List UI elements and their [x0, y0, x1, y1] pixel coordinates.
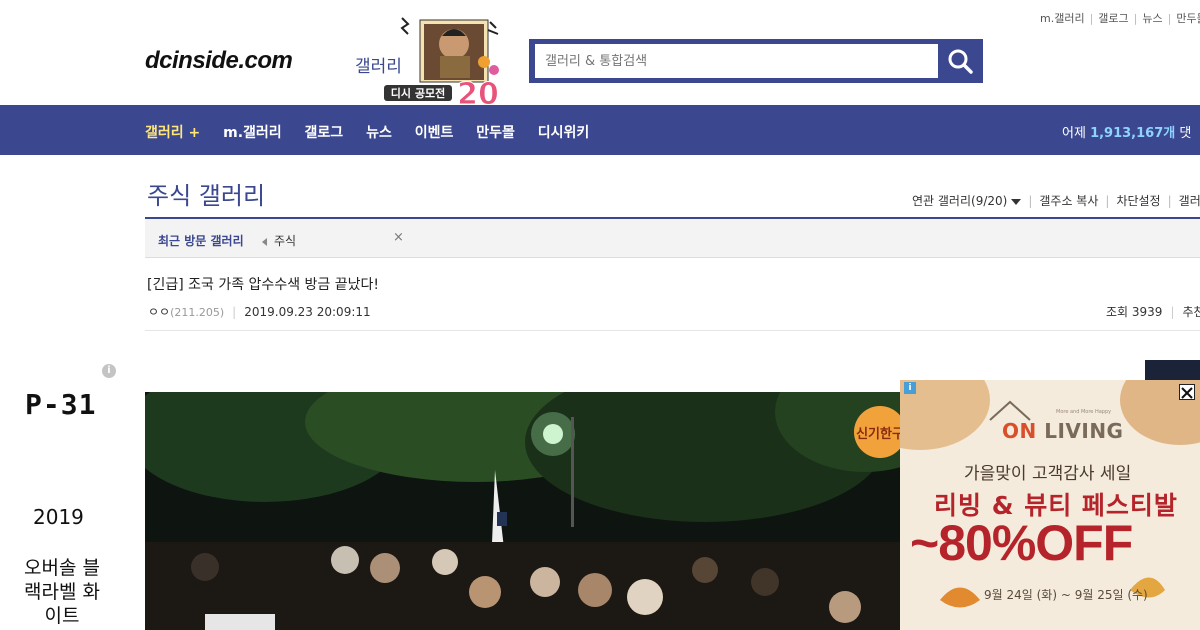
right-ad-banner[interactable]: i More and More Happy ON LIVING 가을맞이 고객감…	[900, 380, 1200, 630]
ad-brand: ON LIVING	[1002, 419, 1123, 443]
arrow-left-icon	[262, 237, 267, 246]
post-datetime: 2019.09.23 20:09:11	[244, 305, 371, 319]
ad-info-icon[interactable]: i	[102, 364, 116, 378]
contest-banner[interactable]: 디시 공모전 20	[380, 14, 505, 106]
post-stats: 조회 3939 | 추천	[1106, 303, 1200, 320]
caret-down-icon	[1011, 198, 1022, 205]
contest-number: 20	[457, 77, 499, 106]
site-logo[interactable]: dcinside.com	[145, 47, 293, 75]
gallery-title[interactable]: 주식 갤러리	[147, 176, 265, 211]
search-button[interactable]	[940, 44, 980, 78]
post-divider	[145, 330, 1200, 331]
search-box	[529, 39, 983, 83]
post-author-ip: (211.205)	[170, 306, 225, 319]
recent-visits-bar: 최근 방문 갤러리 주식 ×	[145, 219, 1200, 258]
gallery-menu: 연관 갤러리(9/20) | 갤주소 복사 | 차단설정 | 갤러	[912, 194, 1200, 208]
recent-visit-item[interactable]: 주식	[262, 232, 296, 249]
left-ad-year[interactable]: 2019	[33, 505, 84, 529]
search-input[interactable]	[535, 44, 938, 78]
close-icon	[1181, 387, 1193, 399]
nav-item-news[interactable]: 뉴스	[366, 125, 392, 141]
post-title: [긴급] 조국 가족 압수수색 방금 끝났다!	[147, 277, 379, 293]
ad-brand-prefix: ON	[1002, 419, 1037, 443]
util-links: m.갤러리|갤로그|뉴스|만두몰	[1040, 10, 1200, 26]
right-ad-info-icon[interactable]: i	[904, 382, 916, 394]
side-banner-edge[interactable]	[1145, 360, 1200, 380]
post-author[interactable]: ㅇㅇ	[148, 305, 170, 319]
stats-prefix: 어제	[1062, 126, 1091, 141]
related-gallery-label: 연관 갤러리(9/20)	[912, 194, 1008, 208]
copy-address-button[interactable]: 갤주소 복사	[1039, 194, 1098, 208]
nav-item-gallery[interactable]: 갤러리 +	[145, 125, 200, 141]
recent-visits-label: 최근 방문 갤러리	[158, 234, 244, 248]
related-gallery-button[interactable]: 연관 갤러리(9/20)	[912, 194, 1022, 208]
util-link-news[interactable]: 뉴스	[1142, 12, 1162, 25]
recent-visit-item-label: 주식	[274, 234, 297, 248]
photo-watermark: 신기한구	[856, 426, 904, 442]
left-ad-product[interactable]: 오버솔 블랙라벨 화이트	[20, 556, 104, 628]
block-settings-button[interactable]: 차단설정	[1116, 194, 1160, 208]
stats-suffix: 댓	[1175, 126, 1192, 141]
util-link-mall[interactable]: 만두몰	[1176, 12, 1200, 25]
nav-item-mall[interactable]: 만두몰	[476, 125, 515, 141]
gallery-more-button[interactable]: 갤러	[1179, 194, 1200, 208]
recent-close-icon[interactable]: ×	[393, 230, 404, 245]
contest-badge-text: 디시 공모전	[391, 86, 445, 100]
ad-date: 9월 24일 (화) ~ 9월 25일 (수)	[984, 588, 1148, 602]
nav-item-wiki[interactable]: 디시위키	[538, 125, 590, 141]
post-photo[interactable]: 신기한구	[145, 392, 905, 630]
post-meta: ㅇㅇ(211.205) | 2019.09.23 20:09:11	[148, 305, 371, 319]
stats-count: 1,913,167개	[1090, 126, 1176, 141]
ad-tagline: More and More Happy	[1056, 409, 1112, 415]
nav-item-mgallery[interactable]: m.갤러리	[223, 125, 282, 141]
post-recommend: 추천	[1182, 305, 1200, 319]
util-link-mgallery[interactable]: m.갤러리	[1040, 12, 1085, 25]
util-link-gallog[interactable]: 갤로그	[1098, 12, 1128, 25]
ad-discount: ~80%OFF	[910, 515, 1133, 571]
yesterday-stats: 어제 1,913,167개 댓	[1062, 122, 1191, 141]
ad-subtitle: 가을맞이 고객감사 세일	[964, 464, 1132, 484]
post-views: 조회 3939	[1106, 305, 1163, 319]
main-nav: 갤러리 + m.갤러리 갤로그 뉴스 이벤트 만두몰 디시위키 어제 1,913…	[0, 105, 1200, 155]
left-ad-model[interactable]: P-31	[25, 388, 96, 421]
ad-brand-suffix: LIVING	[1036, 419, 1124, 443]
nav-item-gallog[interactable]: 갤로그	[305, 125, 344, 141]
ad-close-button[interactable]	[1179, 384, 1195, 400]
nav-item-event[interactable]: 이벤트	[415, 125, 454, 141]
search-icon	[948, 49, 973, 74]
